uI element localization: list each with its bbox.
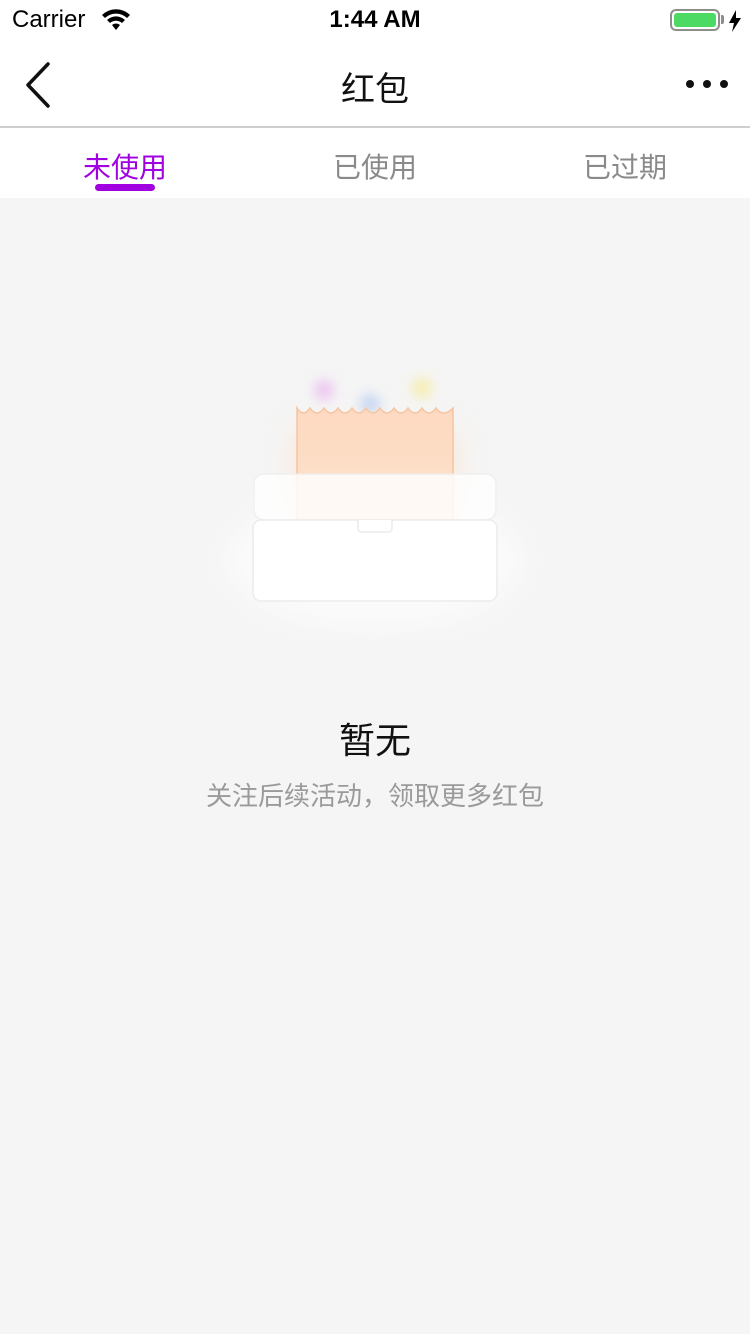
battery-level bbox=[674, 13, 716, 27]
more-dots-icon bbox=[703, 80, 711, 88]
tab-label: 已使用 bbox=[332, 151, 417, 184]
more-dots-icon bbox=[720, 80, 728, 88]
battery-tip bbox=[721, 15, 724, 24]
empty-state-description: 关注后续活动，领取更多红包 bbox=[205, 782, 544, 812]
tab-used[interactable]: 已使用 bbox=[250, 128, 500, 198]
empty-state-title: 暂无 bbox=[338, 721, 411, 762]
navigation-bar: 红包 bbox=[0, 40, 750, 128]
status-bar: Carrier 1:44 AM bbox=[0, 0, 750, 40]
charging-bolt-icon bbox=[729, 10, 741, 32]
active-tab-indicator bbox=[95, 184, 155, 191]
tab-label: 已过期 bbox=[582, 151, 667, 184]
chevron-left-icon bbox=[26, 62, 50, 108]
clock: 1:44 AM bbox=[329, 6, 421, 33]
more-dots-icon bbox=[686, 80, 694, 88]
empty-box-illustration bbox=[225, 378, 525, 630]
page-title: 红包 bbox=[341, 70, 409, 110]
back-button[interactable] bbox=[14, 60, 64, 110]
more-button[interactable] bbox=[676, 66, 736, 102]
tab-expired[interactable]: 已过期 bbox=[500, 128, 750, 198]
battery-icon bbox=[670, 9, 720, 31]
